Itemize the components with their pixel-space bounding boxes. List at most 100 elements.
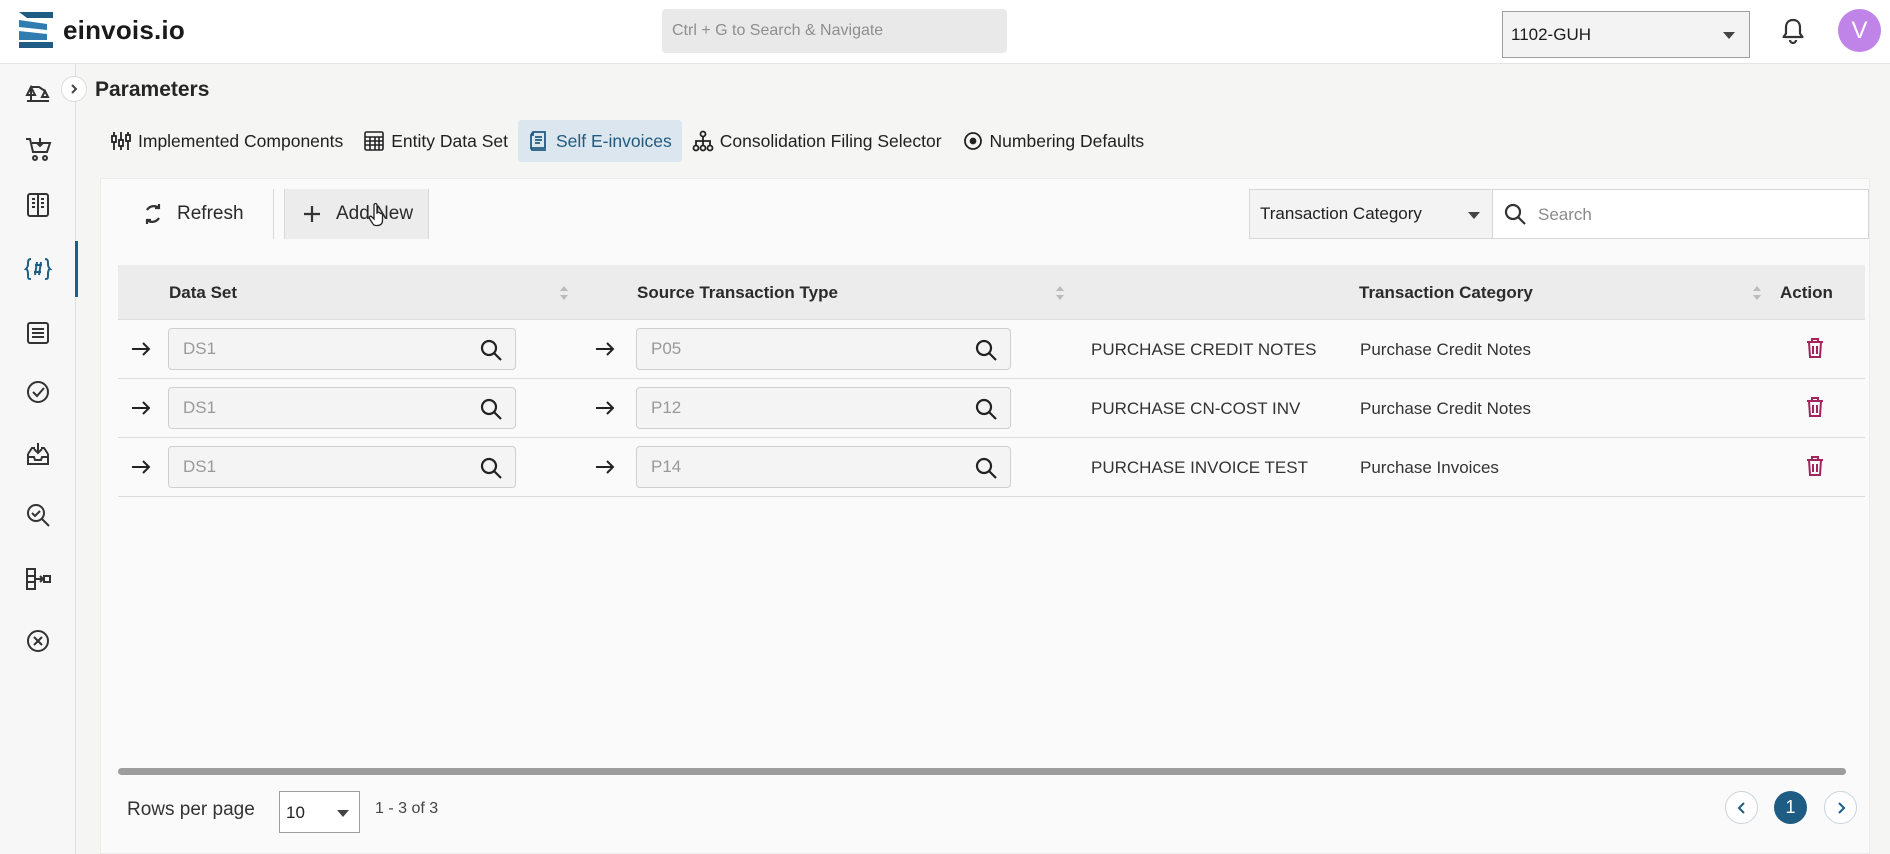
tab-entity-data-set[interactable]: Entity Data Set bbox=[353, 120, 518, 162]
transaction-category-cell: Purchase Credit Notes bbox=[1360, 399, 1532, 418]
table-search-input[interactable] bbox=[1536, 198, 1860, 232]
search-icon[interactable] bbox=[479, 397, 503, 421]
cart-icon bbox=[25, 138, 51, 161]
caret-down-icon bbox=[337, 810, 349, 817]
column-header-action: Action bbox=[1780, 283, 1833, 302]
source-type-description: PURCHASE INVOICE TEST bbox=[1091, 458, 1308, 477]
rail-item-flow[interactable] bbox=[0, 551, 75, 607]
source-type-value: P12 bbox=[651, 398, 682, 417]
sort-icon[interactable] bbox=[559, 284, 569, 302]
data-set-value: DS1 bbox=[183, 457, 217, 476]
sliders-icon bbox=[111, 132, 131, 150]
source-type-value: P14 bbox=[651, 457, 682, 476]
search-icon[interactable] bbox=[479, 456, 503, 480]
rail-item-check[interactable] bbox=[0, 364, 75, 420]
entity-select[interactable]: 1102-GUH bbox=[1502, 11, 1750, 58]
data-set-lookup[interactable]: DS1 bbox=[168, 328, 516, 370]
search-icon[interactable] bbox=[974, 397, 998, 421]
target-icon bbox=[963, 132, 982, 150]
sort-icon[interactable] bbox=[1055, 284, 1065, 302]
cancel-circle-icon bbox=[26, 630, 49, 652]
arrow-right-icon bbox=[596, 460, 615, 474]
chevron-right-icon bbox=[1837, 801, 1845, 814]
rows-per-page-label: Rows per page bbox=[127, 799, 255, 820]
sort-icon[interactable] bbox=[1752, 284, 1762, 302]
next-page-button[interactable] bbox=[1824, 791, 1857, 824]
arrow-right-icon bbox=[132, 460, 151, 474]
scale-icon bbox=[24, 84, 50, 102]
code-hash-icon bbox=[23, 258, 52, 280]
horizontal-scrollbar[interactable] bbox=[118, 768, 1846, 775]
transaction-category-cell: Purchase Credit Notes bbox=[1360, 340, 1532, 359]
column-header-transaction-category[interactable]: Transaction Category bbox=[1359, 283, 1533, 303]
tab-consolidation-filing-selector[interactable]: Consolidation Filing Selector bbox=[682, 120, 952, 162]
tab-label: Implemented Components bbox=[138, 130, 344, 151]
table-row: DS1 P05 PURCHASE CREDIT NOTES Purchase C… bbox=[118, 320, 1865, 379]
tab-label: Entity Data Set bbox=[391, 130, 508, 151]
book-icon bbox=[26, 193, 49, 217]
list-icon bbox=[26, 322, 49, 344]
global-search-input[interactable]: Ctrl + G to Search & Navigate bbox=[662, 9, 1007, 53]
rail-item-inbox[interactable] bbox=[0, 426, 75, 482]
data-set-lookup[interactable]: DS1 bbox=[168, 387, 516, 429]
rows-per-page-select[interactable]: 10 bbox=[279, 791, 360, 833]
search-icon[interactable] bbox=[974, 338, 998, 362]
rail-item-cart[interactable] bbox=[0, 121, 75, 177]
source-type-lookup[interactable]: P12 bbox=[636, 387, 1011, 429]
trash-icon[interactable] bbox=[1805, 337, 1825, 359]
transaction-category-cell: Purchase Invoices bbox=[1360, 458, 1499, 477]
rail-item-search[interactable] bbox=[0, 487, 75, 543]
source-type-description: PURCHASE CREDIT NOTES bbox=[1091, 340, 1317, 359]
column-header-source-transaction-type[interactable]: Source Transaction Type bbox=[637, 283, 838, 303]
logo-icon bbox=[19, 12, 53, 48]
tab-implemented-components[interactable]: Implemented Components bbox=[100, 120, 353, 162]
trash-icon[interactable] bbox=[1805, 455, 1825, 477]
refresh-label: Refresh bbox=[177, 203, 244, 224]
table-header: Data Set Source Transaction Type Transac… bbox=[118, 265, 1865, 320]
caret-down-icon bbox=[1723, 32, 1735, 39]
rail-item-cancel[interactable] bbox=[0, 613, 75, 669]
filter-field-select[interactable]: Transaction Category bbox=[1250, 190, 1493, 238]
source-type-lookup[interactable]: P05 bbox=[636, 328, 1011, 370]
receipt-icon bbox=[530, 131, 546, 151]
calendar-grid-icon bbox=[364, 131, 385, 151]
source-type-lookup[interactable]: P14 bbox=[636, 446, 1011, 488]
data-set-lookup[interactable]: DS1 bbox=[168, 446, 516, 488]
table-row: DS1 P14 PURCHASE INVOICE TEST Purchase I… bbox=[118, 438, 1865, 497]
user-avatar[interactable]: V bbox=[1838, 9, 1881, 52]
plus-icon bbox=[304, 206, 320, 222]
app-logo[interactable]: einvois.io bbox=[19, 10, 185, 50]
data-set-value: DS1 bbox=[183, 398, 217, 417]
search-icon[interactable] bbox=[974, 456, 998, 480]
check-circle-icon bbox=[26, 381, 49, 403]
search-icon[interactable] bbox=[479, 338, 503, 362]
rail-item-parameters[interactable] bbox=[0, 241, 78, 297]
rows-per-page-value: 10 bbox=[286, 803, 305, 822]
content-panel: Refresh Add New Transaction Category Dat… bbox=[100, 178, 1870, 854]
logo-text: einvois.io bbox=[63, 14, 185, 45]
chevron-left-icon bbox=[1737, 801, 1745, 814]
flow-icon bbox=[25, 568, 51, 590]
tab-numbering-defaults[interactable]: Numbering Defaults bbox=[952, 120, 1155, 162]
arrow-right-icon bbox=[132, 401, 151, 415]
page-title: Parameters bbox=[95, 78, 210, 101]
inbox-download-icon bbox=[26, 443, 49, 465]
tab-self-e-invoices[interactable]: Self E-invoices bbox=[517, 120, 682, 162]
entity-select-value: 1102-GUH bbox=[1511, 25, 1591, 44]
page-number-current[interactable]: 1 bbox=[1774, 791, 1807, 824]
rail-item-list[interactable] bbox=[0, 305, 75, 361]
rail-item-book[interactable] bbox=[0, 177, 75, 233]
add-new-button[interactable]: Add New bbox=[284, 189, 430, 239]
previous-page-button[interactable] bbox=[1725, 791, 1758, 824]
chevron-right-icon bbox=[71, 84, 78, 94]
source-type-value: P05 bbox=[651, 339, 682, 358]
column-header-data-set[interactable]: Data Set bbox=[169, 283, 237, 303]
trash-icon[interactable] bbox=[1805, 396, 1825, 418]
filter-bar: Transaction Category bbox=[1249, 189, 1869, 239]
expand-sidebar-button[interactable] bbox=[61, 76, 87, 102]
hand-cursor-icon bbox=[368, 203, 384, 227]
table-row: DS1 P12 PURCHASE CN-COST INV Purchase Cr… bbox=[118, 379, 1865, 438]
toolbar-divider bbox=[273, 189, 274, 239]
bell-icon[interactable] bbox=[1780, 17, 1806, 45]
refresh-button[interactable]: Refresh bbox=[141, 189, 244, 239]
